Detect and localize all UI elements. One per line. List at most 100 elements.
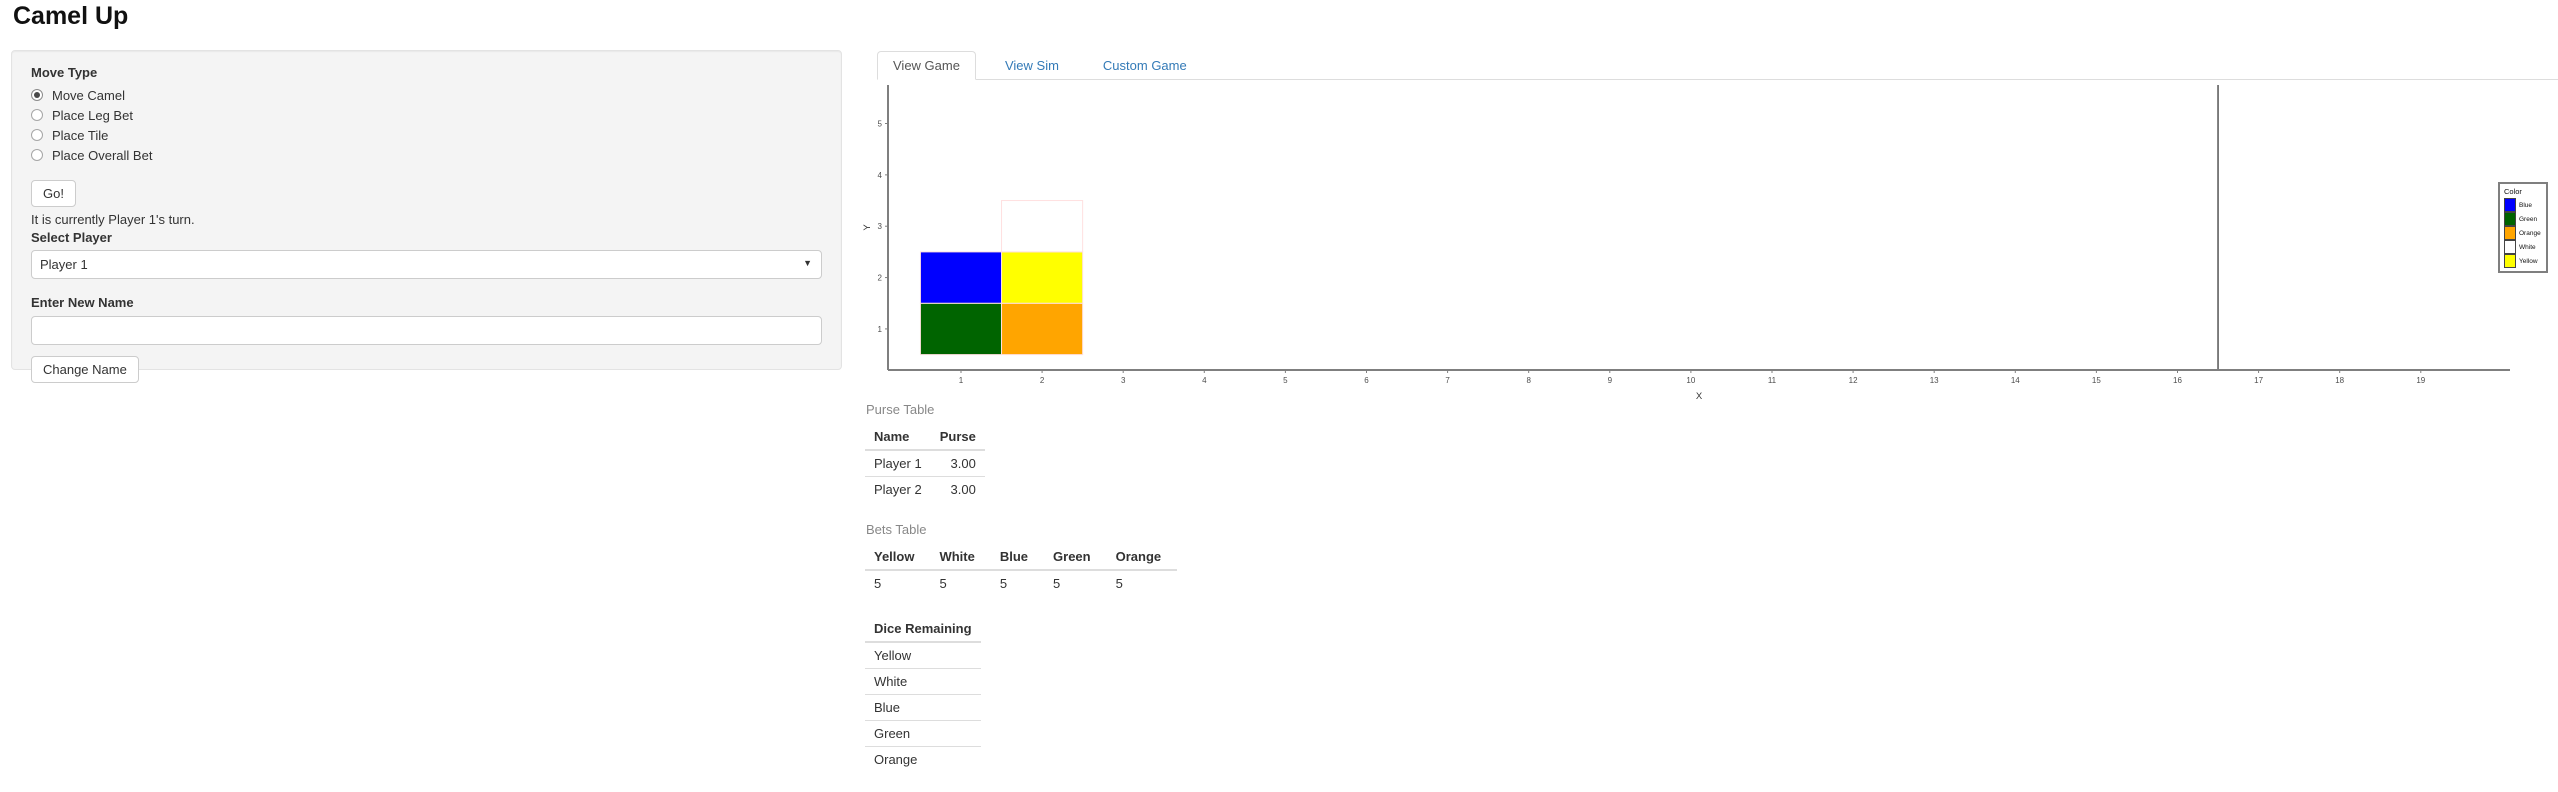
- table-row: Blue: [865, 695, 981, 721]
- radio-button-icon[interactable]: [31, 109, 43, 121]
- table-row: Yellow: [865, 642, 981, 669]
- table-cell: Blue: [865, 695, 981, 721]
- radio-place-tile[interactable]: Place Tile: [31, 125, 822, 145]
- camel-tile-orange: [1002, 303, 1083, 354]
- game-board-chart: 1234567891011121314151617181912345XY Col…: [860, 78, 2558, 410]
- radio-label[interactable]: Place Leg Bet: [52, 108, 133, 123]
- legend-entry-white: White: [2504, 240, 2544, 254]
- table-row: Orange: [865, 747, 981, 773]
- legend-entry-yellow: Yellow: [2504, 254, 2544, 268]
- legend-label: Orange: [2519, 230, 2541, 237]
- legend-swatch-icon: [2504, 198, 2516, 212]
- table-row: Green: [865, 721, 981, 747]
- radio-button-icon[interactable]: [31, 129, 43, 141]
- table-header-row: NamePurse: [865, 424, 985, 450]
- legend-swatch-icon: [2504, 212, 2516, 226]
- x-tick-label: 2: [1040, 376, 1045, 385]
- radio-button-icon[interactable]: [31, 89, 43, 101]
- legend-label: Green: [2519, 216, 2537, 223]
- enter-name-label: Enter New Name: [31, 295, 822, 310]
- game-tables: Purse Table NamePursePlayer 13.00Player …: [865, 402, 1285, 792]
- x-tick-label: 5: [1283, 376, 1288, 385]
- legend-label: White: [2519, 244, 2536, 251]
- x-tick-label: 8: [1526, 376, 1531, 385]
- radio-move-camel[interactable]: Move Camel: [31, 85, 822, 105]
- x-tick-label: 9: [1608, 376, 1613, 385]
- radio-label[interactable]: Place Tile: [52, 128, 108, 143]
- table-row: White: [865, 669, 981, 695]
- x-tick-label: 6: [1364, 376, 1369, 385]
- player-select[interactable]: Player 1: [31, 250, 822, 279]
- tab-link[interactable]: Custom Game: [1088, 52, 1202, 79]
- table-cell: 5: [1107, 570, 1178, 596]
- change-name-button[interactable]: Change Name: [31, 356, 139, 383]
- table-row: Player 23.00: [865, 477, 985, 503]
- radio-place-leg-bet[interactable]: Place Leg Bet: [31, 105, 822, 125]
- move-panel: Move Type Move Camel Place Leg Bet Place T…: [11, 50, 842, 370]
- column-header: Blue: [991, 544, 1044, 570]
- view-tabs: View Game View Sim Custom Game: [877, 51, 2558, 80]
- table-row: 55555: [865, 570, 1177, 596]
- tab-link[interactable]: View Game: [877, 51, 976, 80]
- purse-table: NamePursePlayer 13.00Player 23.00: [865, 424, 985, 502]
- select-player-label: Select Player: [31, 230, 822, 245]
- x-tick-label: 10: [1686, 376, 1695, 385]
- go-button[interactable]: Go!: [31, 180, 76, 207]
- table-cell: 5: [991, 570, 1044, 596]
- table-row: Player 13.00: [865, 450, 985, 477]
- x-tick-label: 18: [2335, 376, 2344, 385]
- radio-label[interactable]: Move Camel: [52, 88, 125, 103]
- column-header: Green: [1044, 544, 1107, 570]
- table-header-row: YellowWhiteBlueGreenOrange: [865, 544, 1177, 570]
- column-header: Dice Remaining: [865, 616, 981, 642]
- x-tick-label: 16: [2173, 376, 2182, 385]
- page-title: Camel Up: [13, 2, 128, 31]
- column-header: White: [930, 544, 990, 570]
- legend-entry-orange: Orange: [2504, 226, 2544, 240]
- tab-view-sim[interactable]: View Sim: [990, 52, 1074, 79]
- y-tick-label: 4: [878, 171, 883, 180]
- table-cell: Player 2: [865, 477, 931, 503]
- legend-swatch-icon: [2504, 226, 2516, 240]
- legend-label: Blue: [2519, 202, 2532, 209]
- column-header: Purse: [931, 424, 985, 450]
- table-cell: White: [865, 669, 981, 695]
- x-tick-label: 17: [2254, 376, 2263, 385]
- radio-button-icon[interactable]: [31, 149, 43, 161]
- legend-swatch-icon: [2504, 254, 2516, 268]
- table-cell: 3.00: [931, 477, 985, 503]
- purse-table-caption: Purse Table: [866, 402, 1285, 417]
- x-tick-label: 15: [2092, 376, 2101, 385]
- new-name-input[interactable]: [31, 316, 822, 345]
- column-header: Name: [865, 424, 931, 450]
- x-tick-label: 1: [959, 376, 964, 385]
- x-tick-label: 13: [1930, 376, 1939, 385]
- y-axis-title: Y: [862, 224, 873, 231]
- tab-view-game[interactable]: View Game: [877, 51, 976, 80]
- camel-tile-white: [1002, 201, 1083, 252]
- x-tick-label: 19: [2416, 376, 2425, 385]
- legend-title: Color: [2504, 187, 2544, 196]
- bets-table: YellowWhiteBlueGreenOrange55555: [865, 544, 1177, 596]
- y-tick-label: 1: [878, 325, 883, 334]
- x-tick-label: 3: [1121, 376, 1126, 385]
- table-cell: Yellow: [865, 642, 981, 669]
- table-cell: 5: [1044, 570, 1107, 596]
- camel-tile-blue: [920, 252, 1001, 303]
- table-header-row: Dice Remaining: [865, 616, 981, 642]
- x-tick-label: 4: [1202, 376, 1207, 385]
- move-type-radio-group: Move Camel Place Leg Bet Place Tile Place O…: [31, 85, 822, 165]
- column-header: Yellow: [865, 544, 930, 570]
- radio-place-overall-bet[interactable]: Place Overall Bet: [31, 145, 822, 165]
- x-axis-title: X: [1696, 391, 1703, 402]
- board-plot: 1234567891011121314151617181912345XY: [860, 78, 2558, 410]
- radio-label[interactable]: Place Overall Bet: [52, 148, 152, 163]
- legend-label: Yellow: [2519, 258, 2538, 265]
- move-type-label: Move Type: [31, 65, 822, 80]
- tab-custom-game[interactable]: Custom Game: [1088, 52, 1202, 79]
- player-select-wrap: Player 1 ▼: [31, 250, 822, 279]
- table-cell: 3.00: [931, 450, 985, 477]
- table-cell: 5: [930, 570, 990, 596]
- tab-link[interactable]: View Sim: [990, 52, 1074, 79]
- y-tick-label: 5: [878, 120, 883, 129]
